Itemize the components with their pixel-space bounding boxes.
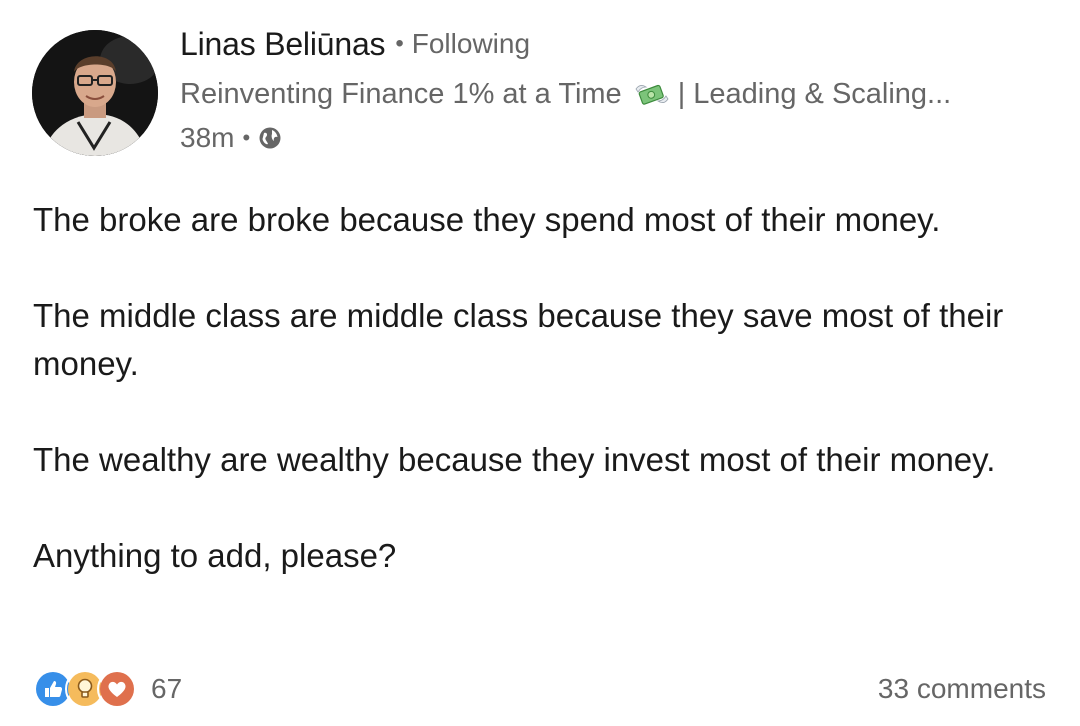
post-paragraph: The wealthy are wealthy because they inv… xyxy=(33,441,996,478)
author-photo xyxy=(32,30,158,156)
money-with-wings-icon xyxy=(634,79,670,109)
post-header: Linas Beliūnas • Following Reinventing F… xyxy=(180,22,951,156)
author-headline: Reinventing Finance 1% at a Time xyxy=(180,77,622,110)
post-paragraph: The broke are broke because they spend m… xyxy=(33,201,941,238)
love-icon xyxy=(97,669,137,709)
comments-count[interactable]: 33 comments xyxy=(878,673,1046,705)
separator-dot: • xyxy=(395,30,404,57)
post-paragraph: The middle class are middle class becaus… xyxy=(33,297,1004,382)
reaction-count[interactable]: 67 xyxy=(151,673,182,705)
post-body[interactable]: The broke are broke because they spend m… xyxy=(33,196,1053,580)
author-name[interactable]: Linas Beliūnas xyxy=(180,26,386,63)
post-timestamp: 38m xyxy=(180,122,235,153)
separator-dot: • xyxy=(242,125,251,150)
author-headline-continued: | Leading & Scaling... xyxy=(677,77,952,110)
reactions-summary[interactable]: 67 xyxy=(33,669,182,709)
author-avatar[interactable] xyxy=(32,30,158,156)
post-paragraph: Anything to add, please? xyxy=(33,537,397,574)
social-counts: 67 33 comments xyxy=(33,664,1046,714)
follow-status[interactable]: Following xyxy=(412,28,530,60)
globe-icon xyxy=(258,126,282,150)
